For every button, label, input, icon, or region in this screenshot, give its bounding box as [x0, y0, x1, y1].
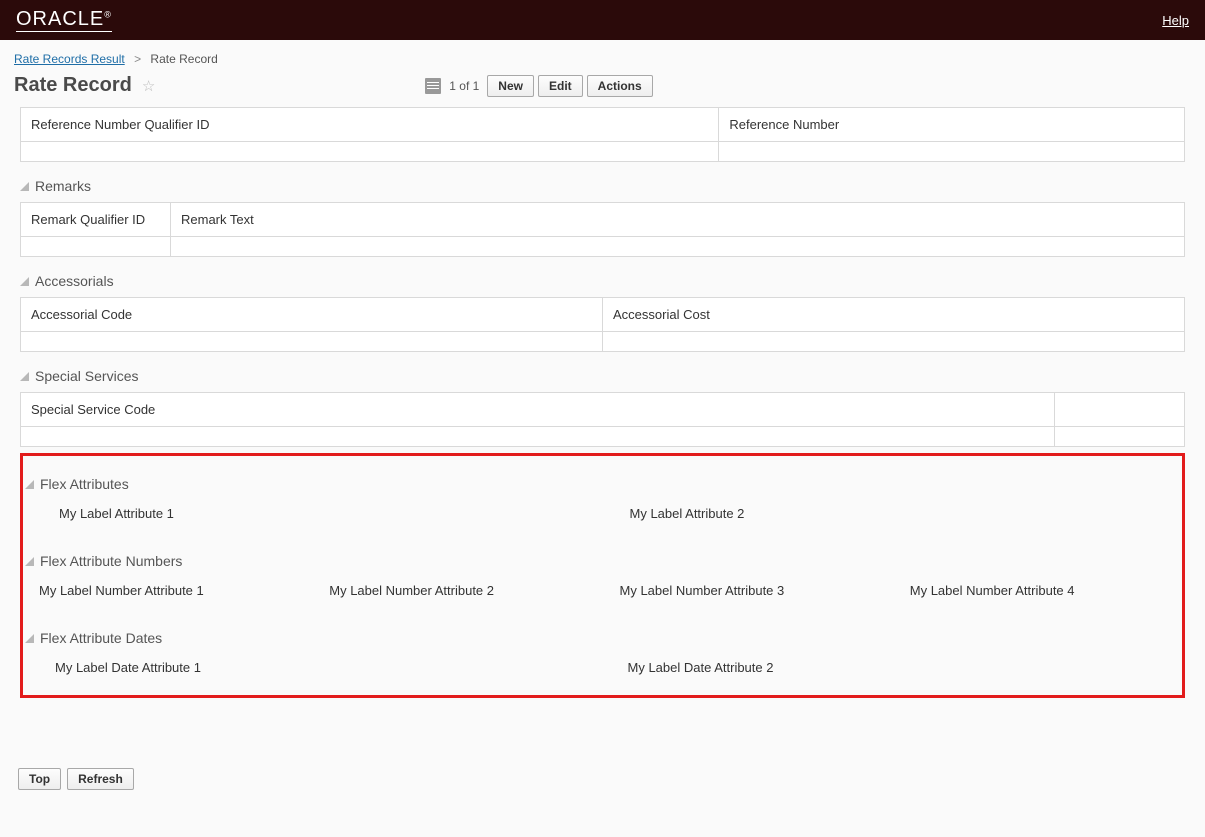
cell-ref-qual-id — [21, 142, 719, 162]
table-row — [21, 427, 1185, 447]
col-remark-qual-id: Remark Qualifier ID — [21, 203, 171, 237]
flex-date-1-label: My Label Date Attribute 1 — [55, 660, 201, 675]
section-label: Flex Attributes — [40, 476, 129, 492]
flex-num-2-label: My Label Number Attribute 2 — [329, 583, 494, 598]
reference-table: Reference Number Qualifier ID Reference … — [20, 107, 1185, 162]
section-flex-attribute-numbers: Flex Attribute Numbers — [25, 553, 1180, 569]
actions-button[interactable]: Actions — [587, 75, 653, 97]
section-accessorials: Accessorials — [20, 273, 1185, 289]
breadcrumb-separator: > — [134, 52, 141, 66]
logo-underline — [16, 31, 112, 32]
col-remark-text: Remark Text — [171, 203, 1185, 237]
flex-num-4-label: My Label Number Attribute 4 — [910, 583, 1075, 598]
cell-ref-num — [719, 142, 1185, 162]
breadcrumb: Rate Records Result > Rate Record — [0, 40, 1205, 70]
cell-accessorial-cost — [603, 332, 1185, 352]
accessorials-table: Accessorial Code Accessorial Cost — [20, 297, 1185, 352]
special-services-table: Special Service Code — [20, 392, 1185, 447]
list-view-icon[interactable] — [425, 78, 441, 94]
table-row — [21, 332, 1185, 352]
oracle-logo: ORACLE® — [16, 8, 112, 32]
refresh-button[interactable]: Refresh — [67, 768, 134, 790]
breadcrumb-current: Rate Record — [150, 52, 217, 66]
cell-special-service-code — [21, 427, 1055, 447]
title-row: Rate Record ☆ 1 of 1 New Edit Actions — [0, 70, 1205, 107]
expand-icon[interactable] — [25, 557, 34, 566]
expand-icon[interactable] — [20, 372, 29, 381]
flex-attr-1-label: My Label Attribute 1 — [59, 506, 174, 521]
favorite-star-icon[interactable]: ☆ — [142, 77, 155, 95]
expand-icon[interactable] — [20, 277, 29, 286]
cell-special-service-extra — [1055, 427, 1185, 447]
expand-icon[interactable] — [25, 480, 34, 489]
section-label: Flex Attribute Numbers — [40, 553, 182, 569]
flex-num-1-label: My Label Number Attribute 1 — [39, 583, 204, 598]
col-ref-num: Reference Number — [719, 108, 1185, 142]
section-label: Remarks — [35, 178, 91, 194]
top-button[interactable]: Top — [18, 768, 61, 790]
flex-dates-row: My Label Date Attribute 1 My Label Date … — [25, 654, 1180, 683]
breadcrumb-parent-link[interactable]: Rate Records Result — [14, 52, 125, 66]
page-title: Rate Record — [14, 74, 132, 97]
help-link[interactable]: Help — [1162, 13, 1189, 28]
col-special-service-extra — [1055, 393, 1185, 427]
cell-accessorial-code — [21, 332, 603, 352]
section-label: Special Services — [35, 368, 139, 384]
section-label: Accessorials — [35, 273, 114, 289]
toolbar: 1 of 1 New Edit Actions — [425, 75, 652, 97]
registered-mark: ® — [104, 9, 112, 19]
section-flex-attribute-dates: Flex Attribute Dates — [25, 630, 1180, 646]
content-area: Reference Number Qualifier ID Reference … — [0, 107, 1205, 758]
expand-icon[interactable] — [20, 182, 29, 191]
main-scroll[interactable]: Rate Records Result > Rate Record Rate R… — [0, 40, 1205, 837]
flex-num-3-label: My Label Number Attribute 3 — [620, 583, 785, 598]
col-accessorial-cost: Accessorial Cost — [603, 298, 1185, 332]
section-remarks: Remarks — [20, 178, 1185, 194]
flex-attr-2-label: My Label Attribute 2 — [630, 506, 745, 521]
col-special-service-code: Special Service Code — [21, 393, 1055, 427]
section-flex-attributes: Flex Attributes — [25, 476, 1180, 492]
bottom-bar: Top Refresh — [0, 758, 1205, 800]
table-row — [21, 237, 1185, 257]
edit-button[interactable]: Edit — [538, 75, 583, 97]
flex-numbers-row: My Label Number Attribute 1 My Label Num… — [25, 577, 1180, 606]
cell-remark-text — [171, 237, 1185, 257]
remarks-table: Remark Qualifier ID Remark Text — [20, 202, 1185, 257]
flex-highlight-box: Flex Attributes My Label Attribute 1 My … — [20, 453, 1185, 698]
col-ref-qual-id: Reference Number Qualifier ID — [21, 108, 719, 142]
section-special-services: Special Services — [20, 368, 1185, 384]
flex-attributes-row: My Label Attribute 1 My Label Attribute … — [25, 500, 1180, 529]
section-label: Flex Attribute Dates — [40, 630, 162, 646]
cell-remark-qual-id — [21, 237, 171, 257]
brand-text: ORACLE — [16, 8, 104, 30]
col-accessorial-code: Accessorial Code — [21, 298, 603, 332]
new-button[interactable]: New — [487, 75, 534, 97]
expand-icon[interactable] — [25, 634, 34, 643]
table-row — [21, 142, 1185, 162]
top-bar: ORACLE® Help — [0, 0, 1205, 40]
flex-date-2-label: My Label Date Attribute 2 — [628, 660, 774, 675]
record-count: 1 of 1 — [449, 79, 479, 93]
